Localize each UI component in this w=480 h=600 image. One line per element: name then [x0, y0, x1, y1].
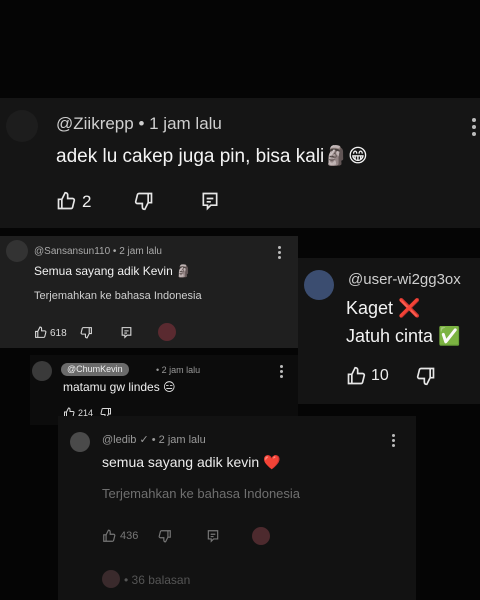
- creator-handle-badge[interactable]: @ChumKevin: [61, 363, 129, 376]
- like-count: 436: [120, 530, 139, 542]
- thumbs-down-icon[interactable]: [158, 529, 172, 543]
- comment-author[interactable]: @Sansansun110 • 2 jam lalu: [34, 246, 162, 257]
- creator-avatar: [102, 570, 120, 588]
- thumbs-up-icon[interactable]: [56, 191, 76, 211]
- like-count: 2: [82, 192, 92, 211]
- avatar[interactable]: [70, 432, 90, 452]
- thumbs-up-icon[interactable]: [34, 326, 47, 339]
- avatar[interactable]: [6, 110, 38, 142]
- translate-link[interactable]: Terjemahkan ke bahasa Indonesia: [34, 290, 202, 302]
- translate-link[interactable]: Terjemahkan ke bahasa Indonesia: [102, 486, 300, 501]
- comment-text: Semua sayang adik Kevin 🗿: [34, 264, 192, 278]
- comment-author[interactable]: @user-wi2gg3ox: [348, 271, 461, 288]
- like-count: 618: [50, 328, 67, 339]
- comment-author[interactable]: @Ziikrepp • 1 jam lalu: [56, 114, 222, 134]
- comment-text-line-2: Jatuh cinta ✅: [346, 326, 461, 346]
- replies-link[interactable]: • 36 balasan: [124, 573, 190, 587]
- avatar[interactable]: [6, 240, 28, 262]
- more-vertical-icon[interactable]: [278, 246, 281, 261]
- comment-card-ziikrepp: @Ziikrepp • 1 jam lalu adek lu cakep jug…: [0, 98, 480, 228]
- comment-text: matamu gw lindes 😑: [63, 380, 176, 394]
- comment-text: adek lu cakep juga pin, bisa kali🗿😁: [56, 146, 368, 167]
- more-vertical-icon[interactable]: [472, 118, 476, 139]
- thumbs-up-icon[interactable]: [346, 366, 366, 386]
- creator-heart-icon: [252, 527, 270, 545]
- avatar[interactable]: [32, 361, 52, 381]
- comment-author[interactable]: @ledib ✓ • 2 jam lalu: [102, 433, 206, 446]
- thumbs-down-icon[interactable]: [80, 326, 93, 339]
- comment-text-line-1: Kaget ❌: [346, 298, 421, 318]
- thumbs-up-icon[interactable]: [102, 529, 116, 543]
- avatar[interactable]: [304, 270, 334, 300]
- creator-heart-icon: [158, 323, 176, 341]
- reply-icon[interactable]: [206, 529, 220, 543]
- more-vertical-icon[interactable]: [392, 434, 395, 449]
- thumbs-down-icon[interactable]: [416, 366, 436, 386]
- comment-text: semua sayang adik kevin ❤️: [102, 454, 281, 470]
- thumbs-down-icon[interactable]: [134, 191, 154, 211]
- more-vertical-icon[interactable]: [280, 365, 283, 380]
- comment-card-sansansun: @Sansansun110 • 2 jam lalu Semua sayang …: [0, 236, 298, 348]
- comment-card-chumkevin: @ChumKevin • 2 jam lalu matamu gw lindes…: [30, 355, 298, 425]
- comment-time: • 2 jam lalu: [156, 365, 201, 375]
- like-count: 10: [371, 367, 389, 384]
- comment-card-ledib: @ledib ✓ • 2 jam lalu semua sayang adik …: [58, 416, 416, 600]
- comment-card-user-wi: @user-wi2gg3ox Kaget ❌ Jatuh cinta ✅ 10: [298, 258, 480, 404]
- reply-icon[interactable]: [120, 326, 133, 339]
- reply-icon[interactable]: [200, 191, 220, 211]
